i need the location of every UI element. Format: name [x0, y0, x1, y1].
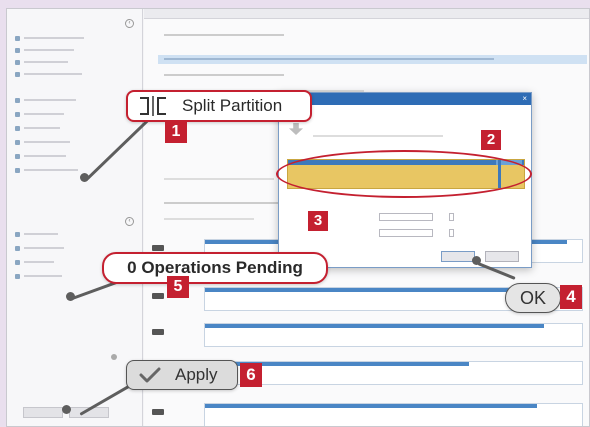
- disk-map-bar[interactable]: [204, 323, 583, 347]
- callout-split-partition: Split Partition: [126, 90, 312, 122]
- callout-split-label: Split Partition: [182, 96, 283, 115]
- badge-5: 5: [167, 276, 189, 298]
- disk-icon: [152, 293, 164, 299]
- wizard-icon: [15, 71, 20, 77]
- partition-icon: [15, 139, 20, 145]
- sidebar-item[interactable]: [15, 137, 70, 147]
- partition-icon: [15, 273, 20, 279]
- disk-icon: [152, 245, 164, 251]
- sidebar-item[interactable]: [15, 69, 82, 79]
- size-stepper[interactable]: [449, 213, 454, 221]
- col-capacity[interactable]: [220, 9, 278, 18]
- partition-icon: [15, 259, 20, 265]
- callout-ok: OK: [505, 283, 561, 313]
- column-headers: [144, 9, 589, 19]
- close-icon[interactable]: ×: [522, 94, 527, 104]
- sidebar-item[interactable]: [15, 257, 54, 267]
- ok-button[interactable]: [441, 251, 475, 262]
- badge-2: 2: [481, 130, 501, 150]
- apply-button[interactable]: [23, 407, 63, 418]
- wizard-icon: [15, 59, 20, 65]
- sidebar-item[interactable]: [15, 271, 62, 281]
- disk-map-bar[interactable]: [204, 403, 583, 426]
- new-partition-size-field[interactable]: [379, 229, 433, 237]
- ok-label: OK: [519, 287, 546, 308]
- wizard-icon: [15, 35, 20, 41]
- partition-icon: [15, 125, 20, 131]
- collapse-icon[interactable]: ‹: [125, 217, 134, 226]
- dialog-description: [313, 133, 443, 138]
- sidebar-item[interactable]: [15, 151, 66, 161]
- apply-label: Apply: [175, 365, 218, 384]
- sidebar-item[interactable]: [15, 45, 74, 55]
- operations-pending-label: 0 Operations Pending: [127, 258, 303, 277]
- badge-6: 6: [240, 363, 262, 387]
- disk-map-5[interactable]: [152, 401, 587, 426]
- partition-icon: [15, 167, 20, 173]
- disk-map-3[interactable]: [152, 321, 587, 351]
- col-used[interactable]: [282, 9, 340, 18]
- partition-icon: [15, 231, 20, 237]
- sidebar-item-split[interactable]: [15, 109, 64, 119]
- move-icon: [15, 97, 20, 103]
- partition-row-selected[interactable]: [158, 55, 587, 64]
- disk-row[interactable]: [158, 31, 587, 40]
- size-stepper[interactable]: [449, 229, 454, 237]
- cancel-button[interactable]: [485, 251, 519, 262]
- col-partition[interactable]: [158, 9, 216, 18]
- dialog-titlebar: ×: [279, 93, 531, 105]
- disk-icon: [152, 329, 164, 335]
- wizard-icon: [15, 47, 20, 53]
- checkmark-icon: [139, 367, 161, 383]
- sidebar: ‹ ‹: [7, 9, 143, 426]
- callout-apply: Apply: [126, 360, 238, 390]
- callout-operations-pending: 0 Operations Pending: [102, 252, 328, 284]
- pointer-dot-1: [80, 173, 89, 182]
- badge-1: 1: [165, 121, 187, 143]
- col-filesystem[interactable]: [406, 9, 464, 18]
- down-arrow-icon: [289, 123, 303, 135]
- sidebar-item[interactable]: [15, 243, 64, 253]
- partition-icon: [15, 245, 20, 251]
- col-unused[interactable]: [344, 9, 402, 18]
- pointer-dot-4: [472, 256, 481, 265]
- col-type[interactable]: [468, 9, 526, 18]
- scroll-handle[interactable]: [111, 354, 117, 360]
- highlight-ellipse: [276, 150, 532, 198]
- sidebar-item[interactable]: [15, 229, 58, 239]
- pointer-dot-5: [66, 292, 75, 301]
- split-icon: [15, 111, 20, 117]
- collapse-icon[interactable]: ‹: [125, 19, 134, 28]
- sidebar-item[interactable]: [15, 123, 60, 133]
- sidebar-item[interactable]: [15, 165, 78, 175]
- badge-4: 4: [560, 285, 582, 309]
- disk-icon: [152, 409, 164, 415]
- sidebar-item[interactable]: [15, 33, 84, 43]
- sidebar-item[interactable]: [15, 57, 68, 67]
- badge-3: 3: [308, 211, 328, 231]
- original-partition-size-field[interactable]: [379, 213, 433, 221]
- sidebar-item[interactable]: [15, 95, 76, 105]
- split-partition-icon: [138, 96, 168, 116]
- partition-icon: [15, 153, 20, 159]
- disk-row[interactable]: [158, 71, 587, 80]
- pointer-dot-6: [62, 405, 71, 414]
